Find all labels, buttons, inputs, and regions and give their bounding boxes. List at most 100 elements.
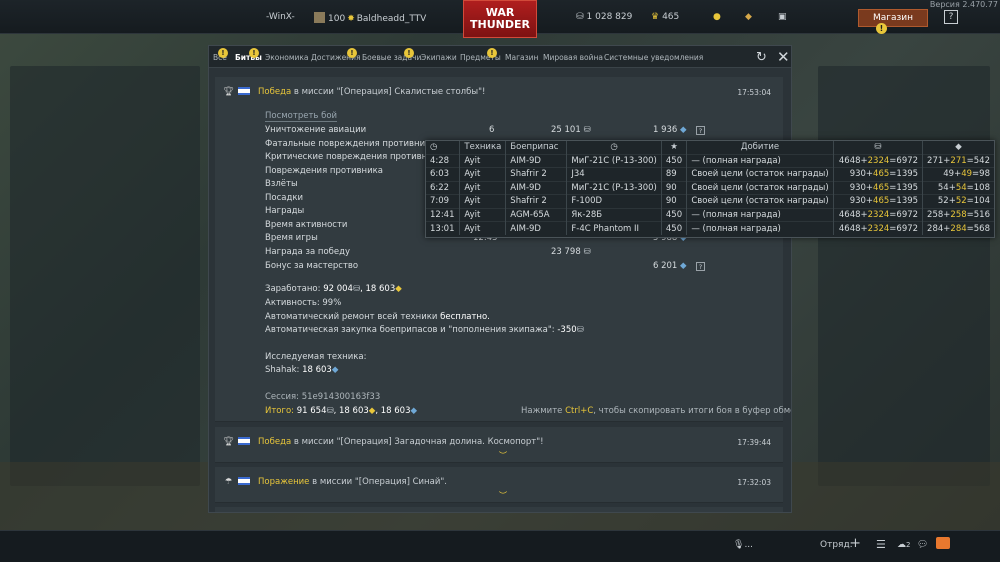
row-rp: 1 936 ◆ [653, 125, 687, 135]
voice-chat-text: ... [744, 540, 754, 550]
coupon-icon[interactable]: ▣ [778, 12, 787, 22]
contacts-button[interactable]: ☁2 [897, 540, 910, 550]
table-row: 4:28 Ayit AIM-9D МиГ-21С (Р-13-300) 450— (по… [426, 153, 994, 168]
convertible-rp-icon: ◆ [395, 284, 402, 294]
battle-message[interactable]: ☂ Поражение в миссии "[Операция] Синай". … [215, 467, 783, 503]
col-vehicle: Техника [459, 141, 506, 154]
voice-chat[interactable]: 🎙︎... [733, 540, 753, 550]
row-silver: 25 101 ⛁ [551, 125, 591, 135]
view-battle-link[interactable]: Посмотреть бой [265, 111, 338, 122]
israel-flag-icon [238, 87, 250, 95]
tab-badge: ! [404, 48, 414, 58]
row-label: Повреждения противника [265, 166, 383, 176]
tab-items[interactable]: ! Предметы [460, 48, 501, 62]
tab-world-war[interactable]: Мировая война [543, 53, 603, 62]
mission-text: в миссии "[Операция] Скалистые столбы"! [291, 87, 486, 97]
silver-balance[interactable]: ⛁ 1 028 829 [576, 12, 632, 22]
player-level: 100 [328, 14, 346, 24]
row-label: Фатальные повреждения противника [265, 139, 436, 149]
tab-system-notifications[interactable]: Системные уведомления [604, 53, 703, 62]
add-squad-member-icon[interactable]: + [850, 536, 861, 551]
message-tabs: !Все !Битвы Экономика !Достижения !Боевы… [209, 46, 791, 68]
shop-alert-badge: ! [876, 23, 887, 34]
player-nick: Baldheadd_TTV [356, 14, 427, 24]
message-header: ☂ Поражение в миссии "[Операция] Синай". [223, 477, 447, 487]
refresh-icon[interactable]: ↻ [756, 50, 767, 65]
activity-text: Активность: 99% [265, 298, 342, 308]
tab-crews[interactable]: Экипажи [421, 53, 457, 62]
message-time: 17:32:03 [737, 478, 771, 487]
chat-icon[interactable]: 💬︎ [917, 540, 928, 550]
star-icon: ✸ [347, 14, 355, 24]
trophy-icon: 🏆︎ [223, 437, 234, 447]
help-icon[interactable]: ? [696, 262, 705, 271]
message-header: 🏆︎ Победа в миссии "[Операция] Скалистые … [223, 87, 485, 97]
help-button[interactable]: ? [944, 10, 958, 24]
restock-text: Автоматическая закупка боеприпасов и "по… [265, 325, 584, 335]
kills-tooltip: ◷ Техника Боеприпас ◷ ★ Добитие ⛁ ◆ 4:28… [425, 140, 995, 238]
tab-achievements[interactable]: ! Достижения [311, 48, 360, 62]
trophy-icon: 🏆︎ [223, 87, 234, 97]
expand-chevron-icon[interactable]: ︶ [499, 450, 507, 461]
expand-chevron-icon[interactable]: ︶ [499, 490, 507, 501]
row-label: Награды [265, 206, 305, 216]
session-id: Сессия: 51e914300163f33 [265, 392, 381, 402]
gold-balance[interactable]: ♛ 465 [651, 12, 679, 22]
game-version: Версия 2.470.77 [929, 0, 998, 9]
tab-battles[interactable]: ! Битвы [235, 48, 262, 62]
battle-message-expanded[interactable]: 🏆︎ Победа в миссии "[Операция] Скалистые … [215, 77, 791, 422]
game-logo[interactable]: WAR THUNDER [463, 0, 537, 38]
shop-button[interactable]: Магазин ! [858, 9, 928, 34]
golden-eagles-icon: ♛ [651, 12, 660, 22]
table-row: 7:09 Ayit Shafrir 2 F-100D 90 Своей цели (ост… [426, 194, 994, 208]
squad-label: Отряд: [820, 540, 853, 550]
tab-shop[interactable]: Магазин [505, 53, 538, 62]
tab-battle-tasks[interactable]: ! Боевые задачи [362, 48, 421, 62]
help-icon[interactable]: ? [696, 126, 705, 135]
list-icon[interactable]: ☰ [876, 538, 886, 551]
microphone-icon: 🎙︎ [733, 540, 745, 550]
shop-label: Магазин [873, 13, 914, 23]
diamond-icon[interactable]: ◆ [745, 12, 752, 22]
messages-window: !Все !Битвы Экономика !Достижения !Боевы… [208, 45, 792, 513]
israel-flag-icon [238, 437, 250, 445]
result-word: Поражение [258, 477, 310, 487]
tab-all[interactable]: !Все [213, 48, 228, 62]
mail-icon[interactable] [936, 537, 950, 549]
silver-lions-icon: ⛁ [580, 247, 591, 257]
tab-economy[interactable]: Экономика [265, 53, 309, 62]
score-star-icon: ★ [660, 141, 687, 154]
col-finishing: Добитие [686, 141, 834, 154]
gold-value: 465 [662, 12, 680, 22]
close-icon[interactable]: ✕ [777, 48, 790, 66]
battle-message-partial[interactable] [215, 507, 783, 512]
row-label: Посадки [265, 193, 304, 203]
row-label: Взлёты [265, 179, 298, 189]
row-label: Бонус за мастерство [265, 261, 359, 271]
silver-lions-icon: ⛁ [580, 125, 591, 135]
silver-lions-icon: ⛁ [576, 325, 584, 335]
contacts-icon: ☁ [897, 540, 906, 550]
table-row: 6:03 Ayit Shafrir 2 J34 89 Своей цели (остато… [426, 167, 994, 181]
total-summary: Итого: 91 654⛁, 18 603◆, 18 603◆ [265, 406, 418, 416]
result-word: Победа [258, 437, 292, 447]
silver-lions-icon: ⛁ [576, 12, 584, 22]
table-row: 13:01 Ayit AIM-9D F-4C Phantom II 450— (полн… [426, 221, 994, 235]
clock-icon: ◷ [430, 142, 438, 153]
repair-text: Автоматический ремонт всей техники беспл… [265, 312, 490, 322]
background-panel-left [10, 66, 200, 486]
message-time: 17:39:44 [737, 438, 771, 447]
row-label: Время активности [265, 220, 348, 230]
row-rp: 6 201 ◆ [653, 261, 687, 271]
battle-message[interactable]: 🏆︎ Победа в миссии "[Операция] Загадочная… [215, 427, 783, 463]
player-info[interactable]: 100 ✸ Baldheadd_TTV [314, 12, 426, 24]
silver-lions-icon: ⛁ [832, 141, 923, 154]
earned-summary: Заработано: 92 004⛁, 18 603◆ [265, 284, 402, 294]
research-points-icon: ◆ [677, 125, 687, 135]
col-ammo: Боеприпас [505, 141, 567, 154]
logo-bottom: THUNDER [470, 18, 530, 31]
mission-text: в миссии "[Операция] Загадочная долина. … [291, 437, 544, 447]
lightbulb-icon[interactable]: ● [713, 12, 721, 22]
message-time: 17:53:04 [737, 88, 771, 97]
tab-badge: ! [487, 48, 497, 58]
